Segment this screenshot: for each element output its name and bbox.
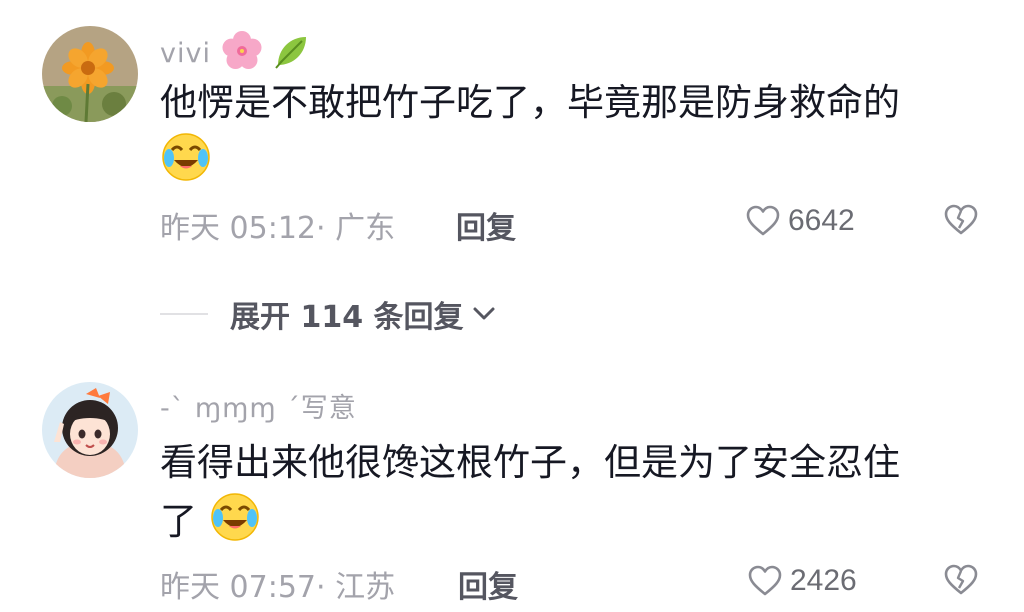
like-count: 2426 (790, 564, 857, 597)
dislike-button[interactable] (944, 204, 978, 240)
avatar[interactable] (42, 26, 138, 122)
leaf-icon (272, 31, 312, 78)
comment-time: 昨天 07:57 (160, 570, 316, 605)
reply-button[interactable]: 回复 (458, 562, 518, 606)
crying-laughing-icon (209, 490, 261, 557)
divider-line (160, 313, 208, 315)
comment-text-tail: 了 (160, 500, 197, 543)
dislike-button[interactable] (944, 564, 978, 600)
crying-laughing-icon (160, 130, 212, 197)
comment-time: 昨天 05:12 (160, 211, 316, 246)
broken-heart-icon (944, 204, 978, 235)
anime-girl-avatar-icon (42, 382, 138, 478)
cherry-blossom-icon (221, 30, 263, 79)
username-text: vivi (160, 38, 211, 69)
comment-text-line: 看得出来他很馋这根竹子，但是为了安全忍住 (160, 441, 900, 484)
like-button[interactable]: 2426 (748, 564, 857, 598)
expand-replies-button[interactable]: 展开 114 条回复 (160, 292, 498, 336)
reply-button[interactable]: 回复 (456, 203, 516, 247)
username[interactable]: vivi (160, 30, 312, 79)
comment-meta: 昨天 05:12· 广东 (160, 203, 395, 247)
expand-replies-label: 展开 114 条回复 (230, 300, 464, 335)
flower-avatar-icon (42, 26, 138, 122)
comment-text: 看得出来他很馋这根竹子，但是为了安全忍住 了 (160, 436, 900, 557)
broken-heart-icon (944, 564, 978, 595)
comment-text-line: 了 (160, 490, 900, 557)
comment-text-line: 他愣是不敢把竹子吃了，毕竟那是防身救命的 (160, 81, 900, 124)
like-button[interactable]: 6642 (746, 204, 855, 238)
comment-location: · 广东 (316, 211, 396, 246)
avatar[interactable] (42, 382, 138, 478)
comment-text-line (160, 130, 900, 184)
comment-text: 他愣是不敢把竹子吃了，毕竟那是防身救命的 (160, 76, 900, 184)
comment-location: · 江苏 (316, 570, 396, 605)
username[interactable]: -` ɱɱɱ ´写意 (160, 386, 357, 425)
like-count: 6642 (788, 204, 855, 237)
heart-icon (748, 565, 782, 596)
heart-icon (746, 205, 780, 236)
chevron-down-icon (473, 307, 495, 320)
comment-meta: 昨天 07:57· 江苏 (160, 562, 395, 606)
